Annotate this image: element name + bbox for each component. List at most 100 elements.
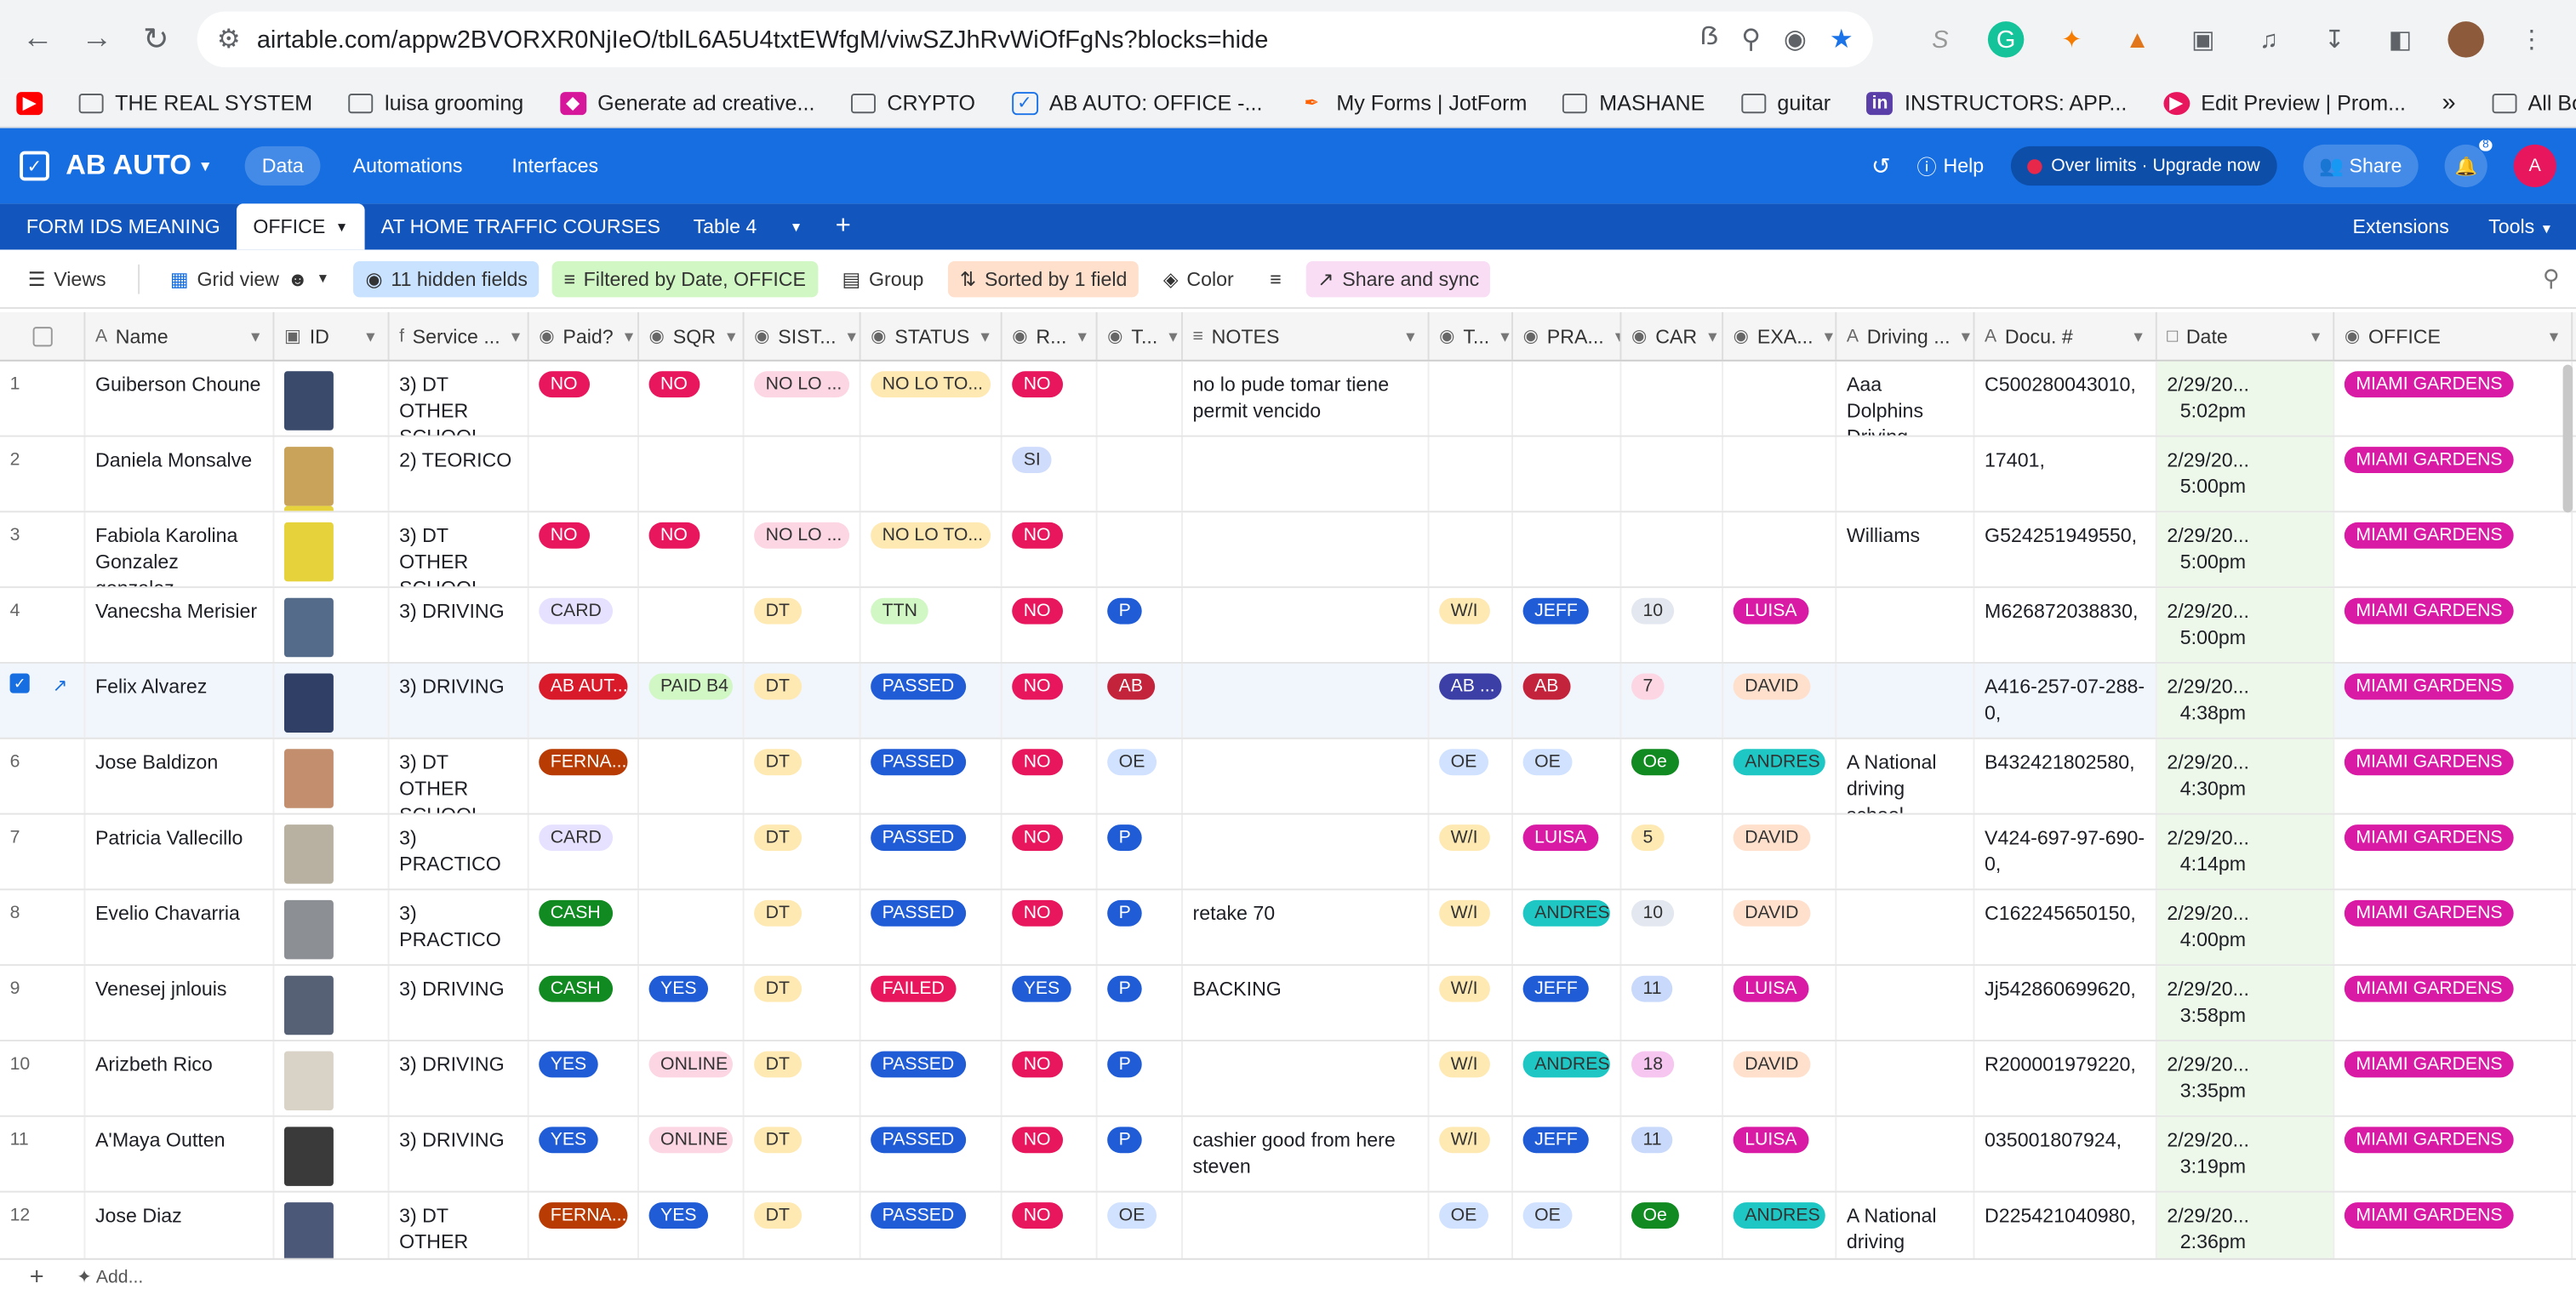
cell-paid[interactable]: NO [529, 361, 639, 436]
column-header[interactable]: ◉ T... ▼ [1430, 311, 1513, 360]
cell-sqr[interactable] [639, 588, 745, 662]
cell-sist[interactable]: DT [745, 1041, 861, 1115]
table-row[interactable]: 6 Jose Baldizon 3) DT OTHER SCHOOL FERNA...… [0, 739, 2576, 815]
cell-driving[interactable] [1836, 814, 1975, 889]
cell-sqr[interactable] [639, 436, 745, 511]
column-header[interactable]: ◉ SQR ▼ [639, 311, 745, 360]
cell-name[interactable]: Venesej jnlouis [85, 966, 275, 1041]
select-all-checkbox[interactable] [0, 311, 86, 360]
cell-paid[interactable]: CASH [529, 890, 639, 965]
cell-service[interactable]: 2) TEORICO [390, 436, 529, 511]
cell-t[interactable]: P [1098, 588, 1183, 662]
cell-sqr[interactable]: YES [639, 1192, 745, 1267]
table-row[interactable]: 4 Vanecsha Merisier 3) DRIVING CARD DT TTN NO P… [0, 588, 2576, 664]
cell-r[interactable]: NO [1002, 588, 1098, 662]
cell-name[interactable]: Patricia Vallecillo [85, 814, 275, 889]
cell-car[interactable]: Oe [1621, 739, 1724, 813]
column-header[interactable]: ◉ STATUS ▼ [861, 311, 1002, 360]
cell-exa[interactable]: ANDRES [1723, 739, 1837, 813]
cell-exa[interactable]: DAVID [1723, 1041, 1837, 1115]
column-header[interactable]: ≡ NOTES ▼ [1183, 311, 1430, 360]
cell-docu[interactable]: 17401, [1974, 436, 2157, 511]
row-number[interactable]: 3 [0, 512, 86, 587]
id-photo-thumbnail[interactable] [283, 824, 334, 884]
bookmark[interactable]: ✒ My Forms | JotForm [1299, 90, 1527, 115]
history-icon[interactable]: ↺ [1871, 152, 1891, 180]
cell-office[interactable]: MIAMI GARDENS [2334, 814, 2573, 889]
cell-name[interactable]: Vanecsha Merisier [85, 588, 275, 662]
cell-status[interactable]: PASSED [861, 1192, 1002, 1267]
row-number[interactable]: 11 [0, 1116, 86, 1191]
cell-status[interactable]: PASSED [861, 814, 1002, 889]
bookmark[interactable]: All Bookmarks [2492, 90, 2576, 115]
cell-sqr[interactable]: YES [639, 966, 745, 1041]
cell-notes[interactable] [1183, 814, 1430, 889]
cell-ids[interactable] [274, 361, 390, 436]
cell-car[interactable]: 11 [1621, 966, 1724, 1041]
share-button[interactable]: 👥 Share [2302, 144, 2419, 188]
cell-sist[interactable]: DT [745, 814, 861, 889]
table-row[interactable]: 9 Venesej jnlouis 3) DRIVING CASH YES DT FAILE… [0, 966, 2576, 1041]
cell-sist[interactable]: DT [745, 663, 861, 738]
profile-avatar[interactable] [2447, 21, 2484, 58]
cell-t2[interactable]: W/I [1430, 588, 1513, 662]
cell-notes[interactable] [1183, 436, 1430, 511]
notifications-icon[interactable]: 🔔 8 [2444, 140, 2493, 188]
cell-office[interactable]: MIAMI GARDENS [2334, 663, 2573, 738]
cell-sqr[interactable] [639, 739, 745, 813]
cell-t2[interactable] [1430, 512, 1513, 587]
cell-notes[interactable] [1183, 1041, 1430, 1115]
cell-pra[interactable]: OE [1513, 1192, 1622, 1267]
cell-exa[interactable] [1723, 512, 1837, 587]
cell-t[interactable] [1098, 361, 1183, 436]
column-header[interactable]: ◉ EXA... ▼ [1723, 311, 1837, 360]
cell-exa[interactable]: DAVID [1723, 663, 1837, 738]
bookmark[interactable]: CRYPTO [850, 90, 975, 115]
table-row[interactable]: 2 Daniela Monsalve 2) TEORICO SI 17401, 2/29/… [0, 436, 2576, 513]
cell-car[interactable]: 5 [1621, 814, 1724, 889]
cell-t2[interactable]: AB ... [1430, 663, 1513, 738]
column-header[interactable]: A Driving ... ▼ [1836, 311, 1975, 360]
cell-date[interactable]: 2/29/20... 5:02pm [2156, 361, 2335, 436]
cell-notes[interactable] [1183, 1192, 1430, 1267]
cell-name[interactable]: Daniela Monsalve [85, 436, 275, 511]
cell-notes[interactable] [1183, 739, 1430, 813]
cell-sqr[interactable] [639, 814, 745, 889]
cell-office[interactable]: MIAMI GARDENS [2334, 361, 2573, 436]
cell-paid[interactable]: FERNA... [529, 1192, 639, 1267]
column-header[interactable]: ◉ R... ▼ [1002, 311, 1098, 360]
cell-paid[interactable] [529, 436, 639, 511]
cell-ids[interactable] [274, 890, 390, 965]
cell-driving[interactable]: A National driving school [1836, 739, 1975, 813]
cell-exa[interactable] [1723, 361, 1837, 436]
column-header[interactable]: ◉ PRA... ▼ [1513, 311, 1622, 360]
cell-driving[interactable] [1836, 436, 1975, 511]
cell-date[interactable]: 2/29/20... 5:00pm [2156, 436, 2335, 511]
cell-office[interactable]: MIAMI GARDENS [2334, 1041, 2573, 1115]
cell-car[interactable]: 18 [1621, 1041, 1724, 1115]
column-header[interactable]: ◉ Paid? ▼ [529, 311, 639, 360]
tables-more-icon[interactable]: ▼ [774, 203, 820, 249]
bookmark[interactable]: ✓ AB AUTO: OFFICE -... [1011, 90, 1262, 115]
cell-name[interactable]: Fabiola Karolina Gonzalez gonzalez [85, 512, 275, 587]
forward-icon[interactable]: → [72, 14, 122, 64]
cell-exa[interactable]: ANDRES [1723, 1192, 1837, 1267]
extension-s-icon[interactable]: S [1922, 21, 1958, 57]
id-photo-thumbnail[interactable] [283, 1127, 334, 1186]
bookmark-youtube[interactable]: ▶ [16, 91, 43, 115]
cell-status[interactable]: NO LO TO... [861, 361, 1002, 436]
cell-pra[interactable] [1513, 361, 1622, 436]
cell-ids[interactable] [274, 588, 390, 662]
bookmark[interactable]: MASHANE [1562, 90, 1705, 115]
cell-ids[interactable] [274, 436, 390, 511]
cell-ids[interactable] [274, 663, 390, 738]
cell-driving[interactable]: Aaa Dolphins Driving School [1836, 361, 1975, 436]
id-photo-thumbnail[interactable] [283, 975, 334, 1035]
cell-driving[interactable]: A National driving school [1836, 1192, 1975, 1267]
add-button[interactable]: ✦ Add... [77, 1266, 143, 1287]
cell-paid[interactable]: AB AUT... [529, 663, 639, 738]
base-name[interactable]: AB AUTO [66, 150, 191, 183]
cell-r[interactable]: NO [1002, 814, 1098, 889]
bookmark[interactable]: guitar [1740, 90, 1831, 115]
id-photo-thumbnail[interactable] [283, 371, 334, 431]
